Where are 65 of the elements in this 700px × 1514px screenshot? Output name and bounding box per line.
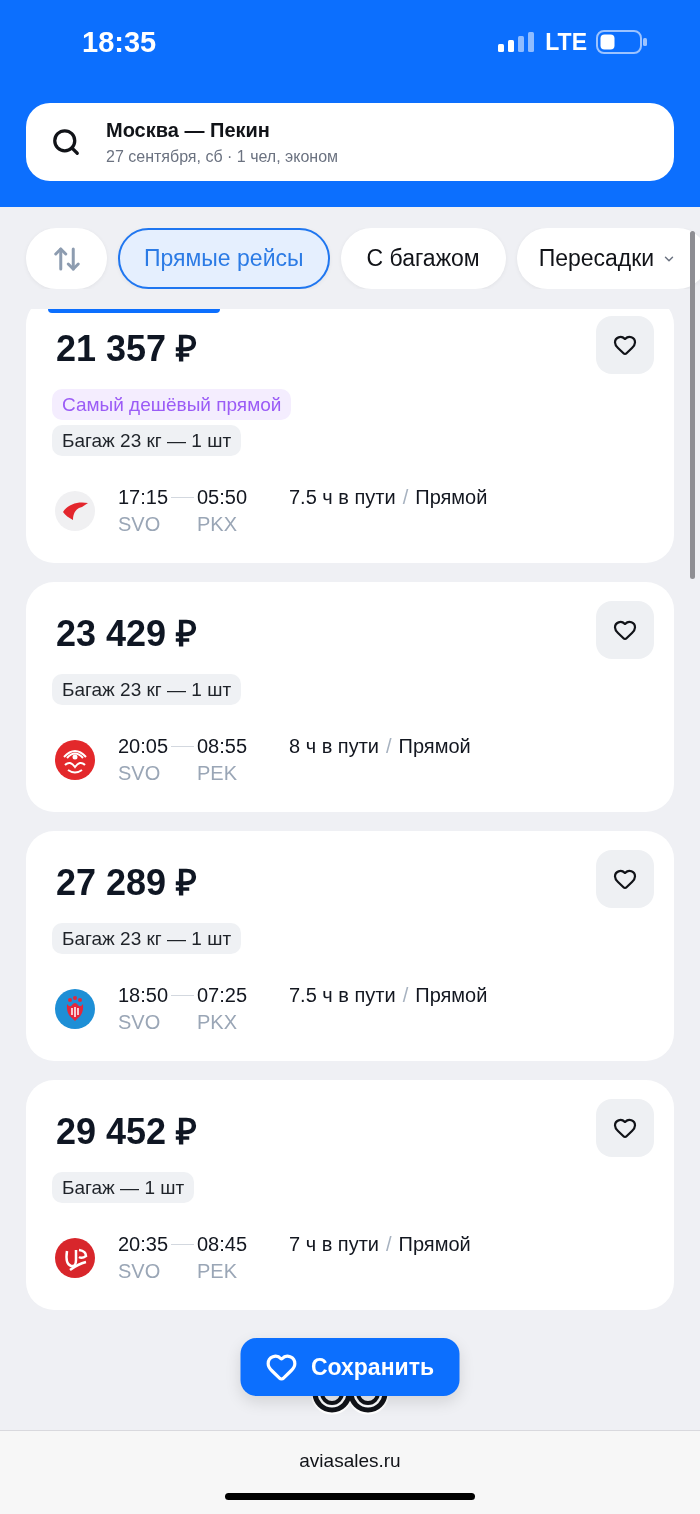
ticket-card[interactable]: 21 357 ₽ Самый дешёвый прямой Багаж 23 кг — 1 шт 17:15 05:50 7.5 ч в пути / Прямой SVO PKX	[26, 309, 674, 563]
ticket-price: 23 429 ₽	[55, 614, 198, 654]
flower-logo-icon	[55, 989, 95, 1029]
origin-airport: SVO	[118, 512, 162, 537]
departure-time: 18:50	[118, 983, 169, 1008]
ticket-price: 21 357 ₽	[55, 329, 198, 369]
ticket-card[interactable]: 29 452 ₽ Багаж — 1 шт 20:35 08:45 7 ч в пути / Прямой SVO PEK	[26, 1080, 674, 1310]
flight-duration: 8 ч в пути	[289, 734, 379, 759]
filter-dropdown[interactable]: Пересадки	[516, 228, 700, 289]
address-bar-url[interactable]: aviasales.ru	[299, 1448, 401, 1474]
route-title: Москва — Пекин	[106, 117, 271, 143]
stops-label: Прямой	[398, 1232, 471, 1257]
search-bar[interactable]: Москва — Пекин 27 сентября, сб · 1 чел, эконом	[26, 103, 674, 181]
network-type: LTE	[545, 30, 587, 54]
stops-label: Прямой	[415, 983, 488, 1008]
origin-airport: SVO	[118, 1259, 162, 1284]
ticket-price: 29 452 ₽	[55, 1112, 198, 1152]
destination-airport: PEK	[197, 761, 239, 786]
baggage-tag: Багаж 23 кг — 1 шт	[52, 425, 242, 456]
swoosh-logo-icon	[55, 491, 95, 531]
arrival-time: 08:45	[197, 1232, 249, 1257]
highlight-tag: Самый дешёвый прямой	[52, 389, 292, 420]
filter-chip[interactable]: Прямые рейсы	[118, 228, 330, 289]
favorite-button[interactable]	[596, 850, 654, 908]
search-icon	[51, 127, 81, 157]
slash-separator: /	[402, 983, 409, 1008]
stops-label: Прямой	[398, 734, 471, 759]
arrival-time: 07:25	[197, 983, 249, 1008]
ticket-card[interactable]: 23 429 ₽ Багаж 23 кг — 1 шт 20:05 08:55 8 ч в пути / Прямой SVO PEK	[26, 582, 674, 812]
destination-airport: PKX	[197, 512, 239, 537]
battery-icon	[596, 30, 648, 54]
destination-airport: PEK	[197, 1259, 239, 1284]
signal-icon	[498, 32, 537, 52]
save-button[interactable]: Сохранить	[240, 1338, 460, 1396]
baggage-tag: Багаж 23 кг — 1 шт	[52, 674, 242, 705]
search-details: 27 сентября, сб · 1 чел, эконом	[106, 146, 339, 167]
baggage-tag: Багаж 23 кг — 1 шт	[52, 923, 242, 954]
departure-time: 20:05	[118, 734, 169, 759]
arrival-time: 05:50	[197, 485, 249, 510]
swirl-logo-icon	[55, 740, 95, 780]
destination-airport: PKX	[197, 1010, 239, 1035]
origin-airport: SVO	[118, 1010, 162, 1035]
flight-duration: 7.5 ч в пути	[289, 983, 396, 1008]
baggage-tag: Багаж — 1 шт	[52, 1172, 195, 1203]
filter-chip[interactable]: С багажом	[340, 228, 506, 289]
favorite-button[interactable]	[596, 1099, 654, 1157]
origin-airport: SVO	[118, 761, 162, 786]
departure-time: 20:35	[118, 1232, 169, 1257]
departure-time: 17:15	[118, 485, 169, 510]
slash-separator: /	[402, 485, 409, 510]
filter-dropdown-label: Пересадки	[538, 247, 655, 270]
ticket-price: 27 289 ₽	[55, 863, 198, 903]
flight-duration: 7.5 ч в пути	[289, 485, 396, 510]
favorite-button[interactable]	[596, 601, 654, 659]
slash-separator: /	[386, 1232, 392, 1257]
sort-button[interactable]	[26, 228, 107, 289]
save-label: Сохранить	[310, 1352, 435, 1382]
ticket-card[interactable]: 27 289 ₽ Багаж 23 кг — 1 шт 18:50 07:25 7.5 ч в пути / Прямой SVO PKX	[26, 831, 674, 1061]
favorite-button[interactable]	[596, 316, 654, 374]
phoenix-logo-icon	[55, 1238, 95, 1278]
status-time: 18:35	[82, 27, 157, 57]
arrival-time: 08:55	[197, 734, 249, 759]
slash-separator: /	[386, 734, 392, 759]
flight-duration: 7 ч в пути	[289, 1232, 379, 1257]
stops-label: Прямой	[415, 485, 488, 510]
